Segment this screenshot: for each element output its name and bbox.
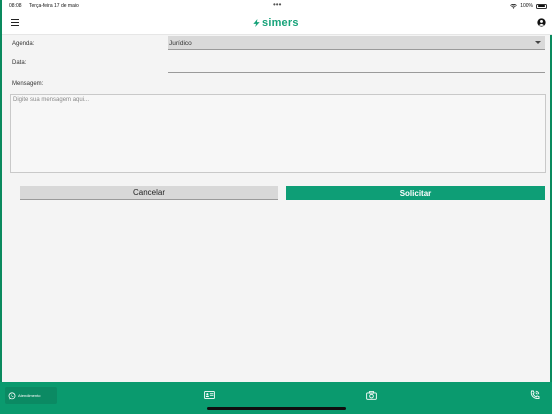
chevron-down-icon bbox=[535, 41, 541, 44]
status-date: Terça-feira 17 de maio bbox=[29, 3, 79, 9]
message-label: Mensagem: bbox=[12, 81, 44, 87]
battery-percent: 100% bbox=[520, 3, 533, 9]
agenda-select[interactable]: Jurídico bbox=[168, 36, 545, 50]
camera-icon[interactable] bbox=[366, 391, 377, 400]
home-indicator[interactable] bbox=[207, 407, 346, 410]
atendimento-label: Atendimento bbox=[18, 393, 41, 398]
date-field[interactable] bbox=[168, 72, 545, 73]
agenda-label: Agenda: bbox=[12, 41, 35, 47]
status-bar: 08:08 Terça-feira 17 de maio ••• 100% bbox=[2, 0, 552, 12]
battery-icon bbox=[536, 3, 547, 9]
cancel-button[interactable]: Cancelar bbox=[20, 186, 278, 200]
submit-button[interactable]: Solicitar bbox=[286, 186, 545, 200]
status-time: 08:08 bbox=[9, 3, 22, 9]
logo-text: simers bbox=[262, 17, 299, 29]
simers-logo: simers bbox=[252, 16, 299, 30]
app-header: simers bbox=[2, 12, 552, 35]
agenda-selected-value: Jurídico bbox=[169, 40, 192, 47]
hamburger-menu-icon[interactable] bbox=[11, 19, 19, 27]
atendimento-button[interactable]: Atendimento bbox=[5, 387, 57, 404]
logo-mark-icon bbox=[253, 18, 260, 28]
phone-icon[interactable] bbox=[530, 390, 540, 400]
message-placeholder: Digite sua mensagem aqui... bbox=[13, 97, 90, 103]
app-frame: 08:08 Terça-feira 17 de maio ••• 100% si… bbox=[0, 0, 552, 414]
multitask-dots[interactable]: ••• bbox=[273, 0, 281, 9]
message-textarea[interactable]: Digite sua mensagem aqui... bbox=[10, 94, 546, 173]
wifi-icon bbox=[510, 3, 518, 9]
id-card-icon[interactable] bbox=[204, 391, 215, 399]
date-label: Data: bbox=[12, 60, 27, 66]
status-indicators: 100% bbox=[510, 3, 547, 9]
whatsapp-icon bbox=[8, 391, 16, 399]
user-account-icon[interactable] bbox=[537, 18, 546, 27]
